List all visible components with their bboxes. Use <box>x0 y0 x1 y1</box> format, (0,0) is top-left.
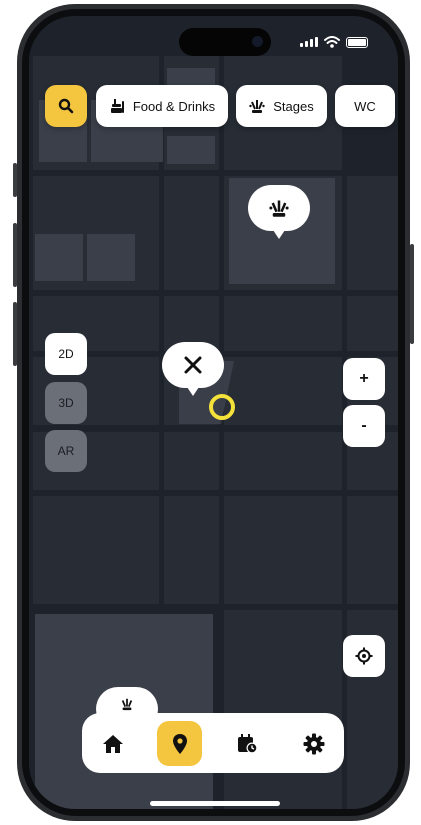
filter-food-drinks[interactable]: Food & Drinks <box>96 85 228 127</box>
search-button[interactable] <box>45 85 87 127</box>
crosshair-icon <box>355 647 373 665</box>
calendar-clock-icon <box>237 733 257 753</box>
locate-me-button[interactable] <box>343 635 385 677</box>
nav-schedule[interactable] <box>224 721 269 766</box>
search-icon <box>58 98 74 114</box>
signal-bars-icon <box>300 37 318 47</box>
view-3d-button[interactable]: 3D <box>45 382 87 424</box>
nav-home[interactable] <box>90 721 135 766</box>
food-pin[interactable] <box>162 342 224 396</box>
nav-map[interactable] <box>157 721 202 766</box>
stage-pin[interactable] <box>248 185 310 239</box>
stages-icon <box>121 698 133 711</box>
power-button[interactable] <box>410 244 414 344</box>
user-location-marker <box>209 394 235 420</box>
filter-wc[interactable]: WC <box>335 85 395 127</box>
battery-icon <box>346 36 368 48</box>
map-pin-icon <box>172 733 187 754</box>
front-camera <box>252 36 263 47</box>
view-2d-button[interactable]: 2D <box>45 333 87 375</box>
cutlery-icon <box>184 356 202 374</box>
filter-stages[interactable]: Stages <box>236 85 327 127</box>
view-ar-button[interactable]: AR <box>45 430 87 472</box>
stages-icon <box>269 200 289 217</box>
zoom-out-button[interactable]: - <box>343 405 385 447</box>
nav-settings[interactable] <box>291 721 336 766</box>
home-icon <box>102 734 123 753</box>
gear-icon <box>303 733 324 754</box>
stages-icon <box>249 100 265 113</box>
status-bar <box>300 36 368 48</box>
food-drinks-icon <box>110 99 124 113</box>
filter-stages-label: Stages <box>273 98 314 114</box>
filter-food-drinks-label: Food & Drinks <box>132 98 216 114</box>
dynamic-island <box>179 28 271 56</box>
wifi-icon <box>324 36 340 48</box>
filter-wc-label: WC <box>354 98 376 114</box>
app-screen: Food & Drinks Stages WC 2D 3D AR + - <box>29 16 398 809</box>
home-indicator[interactable] <box>150 801 280 806</box>
zoom-in-button[interactable]: + <box>343 358 385 400</box>
